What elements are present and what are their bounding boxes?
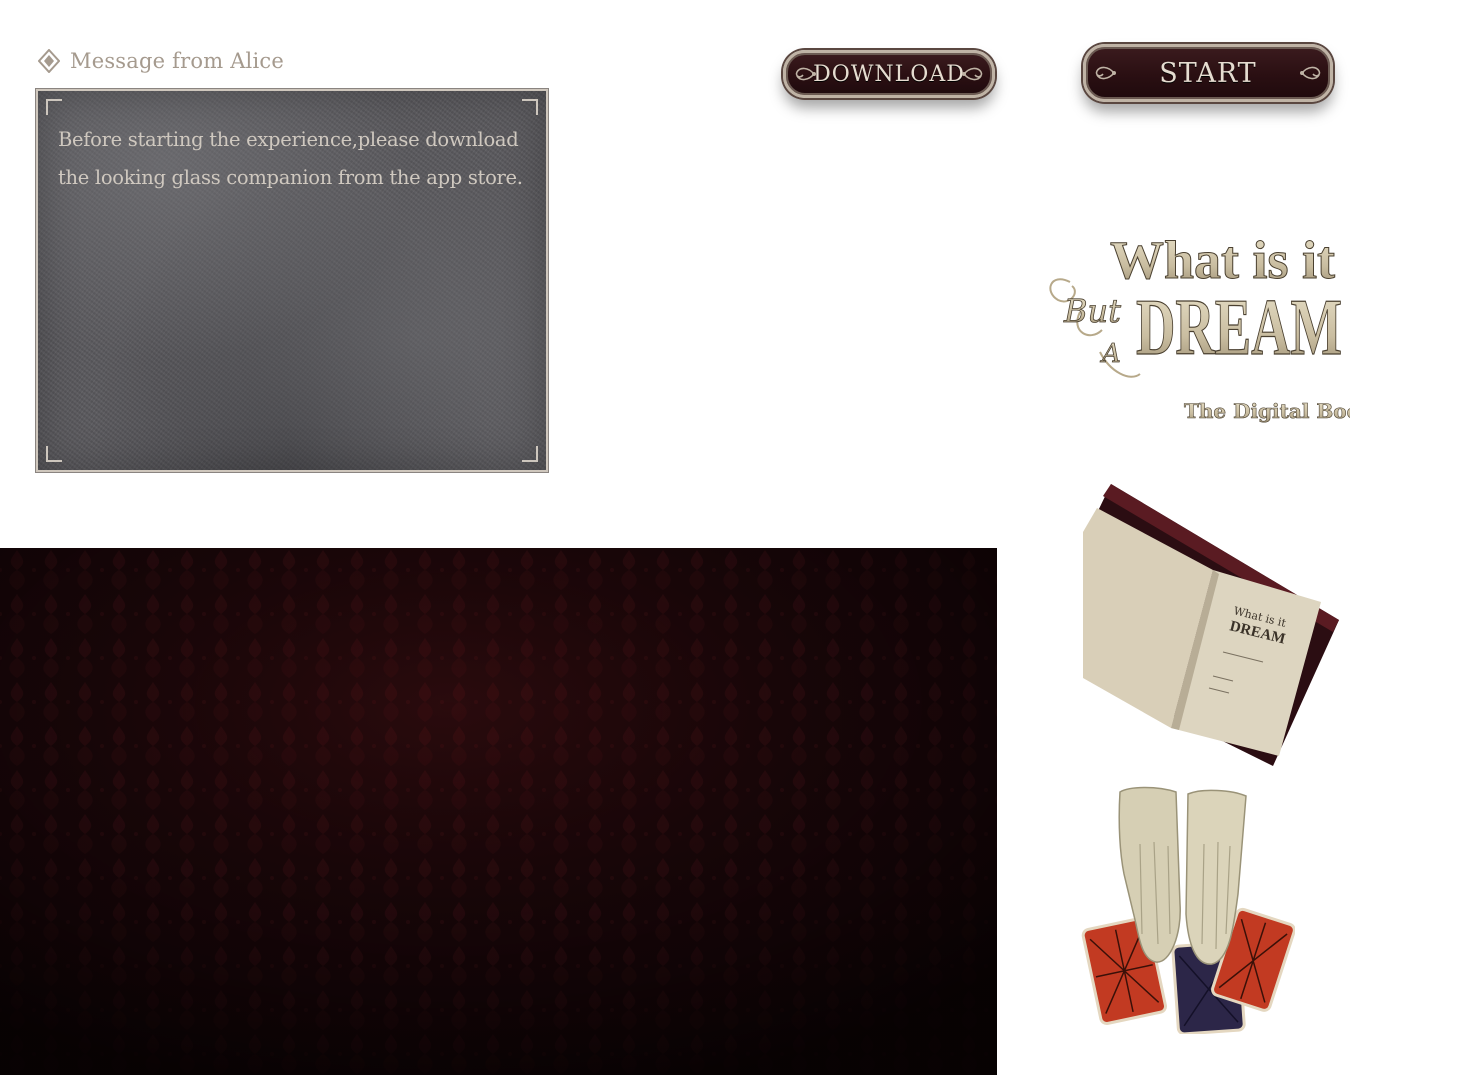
gloves-cards-image (1080, 784, 1295, 1034)
logo-line1: What is it (1110, 230, 1335, 290)
logo-subtitle: The Digital Book (1184, 399, 1350, 423)
logo-a: A (1100, 339, 1121, 369)
book-image: What is it DREAM (1083, 482, 1339, 766)
game-logo: What is it But A DREAM The Digital Book (1040, 222, 1350, 432)
start-label: START (1159, 57, 1257, 89)
download-label: DOWNLOAD (813, 61, 965, 87)
diamond-icon (38, 49, 60, 73)
logo-dream: DREAM (1136, 284, 1342, 372)
message-panel: Before starting the experience,please do… (36, 89, 548, 472)
corner-bracket (46, 99, 62, 115)
corner-bracket (522, 446, 538, 462)
download-button[interactable]: DOWNLOAD (783, 50, 995, 98)
message-body: Before starting the experience,please do… (58, 128, 523, 189)
logo-but: But (1063, 292, 1121, 330)
corner-bracket (46, 446, 62, 462)
corner-bracket (522, 99, 538, 115)
ornament-icon (1095, 66, 1116, 80)
message-header: Message from Alice (38, 46, 284, 76)
start-button[interactable]: START (1083, 44, 1333, 102)
ornament-icon (962, 67, 983, 81)
ornament-icon (795, 67, 816, 81)
damask-background (0, 548, 997, 1075)
ornament-icon (1300, 66, 1321, 80)
message-header-label: Message from Alice (70, 49, 284, 73)
